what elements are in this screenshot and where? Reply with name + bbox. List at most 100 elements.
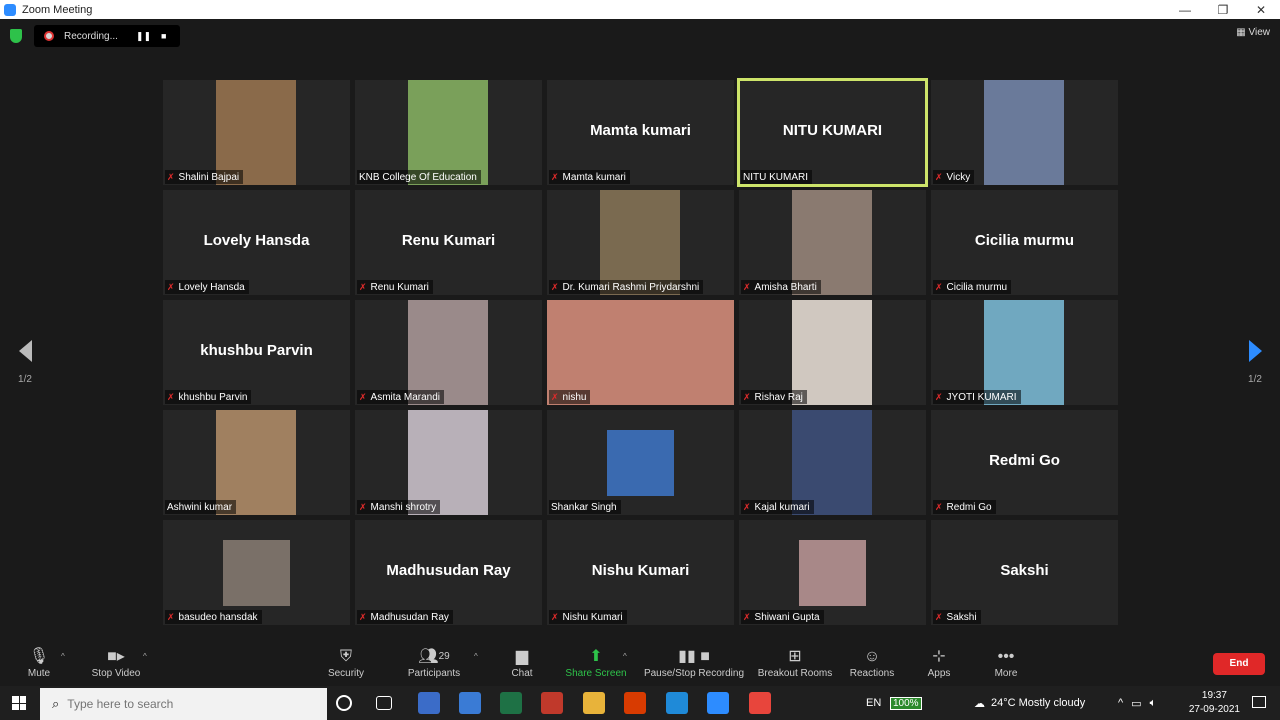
participant-name: Kajal kumari	[754, 501, 810, 513]
participant-tile[interactable]: Shankar Singh	[547, 410, 734, 515]
security-shield-icon[interactable]	[10, 29, 22, 43]
language-indicator[interactable]: EN	[866, 686, 881, 720]
notification-icon[interactable]	[1252, 696, 1266, 708]
task-view-icon[interactable]	[376, 696, 392, 710]
participant-tile[interactable]: ✗ Shalini Bajpai	[163, 80, 350, 185]
search-input[interactable]	[67, 697, 288, 711]
edge-icon[interactable]	[666, 692, 688, 714]
muted-microphone-icon: ✗	[743, 611, 751, 622]
participant-name: NITU KUMARI	[743, 171, 808, 183]
share-screen-icon: ⬆	[589, 648, 603, 665]
participant-tile[interactable]: ✗ Amisha Bharti	[739, 190, 926, 295]
zoom-icon[interactable]	[707, 692, 729, 714]
app-icon-1[interactable]	[418, 692, 440, 714]
participant-tile[interactable]: NITU KUMARI NITU KUMARI	[737, 78, 928, 187]
pause-stop-recording-button[interactable]: ▮▮ ■ Pause/Stop Recording	[642, 646, 746, 679]
participant-name-label: ✗ Mamta kumari	[549, 170, 630, 184]
participant-name-label: ✗ Madhusudan Ray	[357, 610, 453, 624]
search-icon: ⌕	[52, 696, 60, 711]
maximize-button[interactable]: ❐	[1204, 3, 1242, 17]
participant-tile[interactable]: Ashwini kumar	[163, 410, 350, 515]
participant-tile[interactable]: Sakshi ✗ Sakshi	[931, 520, 1118, 625]
participant-name: Shalini Bajpai	[178, 171, 240, 183]
participant-tile[interactable]: ✗ nishu	[547, 300, 734, 405]
participant-tile[interactable]: khushbu Parvin ✗ khushbu Parvin	[163, 300, 350, 405]
cortana-icon[interactable]	[336, 695, 352, 711]
participant-name: Shiwani Gupta	[754, 611, 820, 623]
battery-indicator[interactable]: 100%	[890, 696, 922, 710]
reactions-button[interactable]: ☺ Reactions	[848, 646, 896, 679]
more-button[interactable]: ••• More	[988, 646, 1024, 679]
participant-tile[interactable]: Mamta kumari ✗ Mamta kumari	[547, 80, 734, 185]
participant-name: Asmita Marandi	[370, 391, 441, 403]
view-button[interactable]: ▦ View	[1236, 27, 1270, 38]
next-page-button[interactable]: 1/2	[1240, 340, 1270, 385]
participant-display-name: Redmi Go	[989, 452, 1060, 469]
participant-name: Sakshi	[946, 611, 977, 623]
participant-name-label: ✗ Shalini Bajpai	[165, 170, 244, 184]
stop-video-button[interactable]: ■▸ Stop Video	[88, 646, 144, 679]
previous-page-button[interactable]: 1/2	[10, 340, 40, 385]
office-icon[interactable]	[624, 692, 646, 714]
chat-button[interactable]: ▆ Chat	[506, 646, 538, 679]
participant-tile[interactable]: Lovely Hansda ✗ Lovely Hansda	[163, 190, 350, 295]
participant-tile[interactable]: Nishu Kumari ✗ Nishu Kumari	[547, 520, 734, 625]
muted-microphone-icon: ✗	[935, 171, 943, 182]
taskbar-search[interactable]: ⌕	[40, 688, 327, 720]
participant-display-name: Madhusudan Ray	[386, 562, 511, 579]
participant-tile[interactable]: ✗ Rishav Raj	[739, 300, 926, 405]
participant-name-label: Shankar Singh	[549, 500, 621, 514]
participant-tile[interactable]: ✗ Vicky	[931, 80, 1118, 185]
pause-recording-button[interactable]: ❚❚	[136, 31, 151, 42]
muted-microphone-icon: ✗	[551, 611, 559, 622]
chevron-right-icon	[1248, 340, 1262, 362]
window-title: Zoom Meeting	[22, 3, 93, 16]
participant-name-label: ✗ Shiwani Gupta	[741, 610, 824, 624]
share-screen-button[interactable]: ⬆ Share Screen	[564, 646, 628, 679]
security-button[interactable]: ⛨ Security	[322, 646, 370, 679]
recording-label: Recording...	[64, 30, 118, 42]
system-clock[interactable]: 19:37 27-09-2021	[1189, 689, 1240, 717]
tray-icons[interactable]: ^ ▭ 🔈︎	[1118, 686, 1156, 720]
stop-recording-button[interactable]: ■	[161, 31, 166, 41]
video-options-caret-icon[interactable]: ^	[143, 652, 147, 661]
muted-microphone-icon: ✗	[359, 611, 367, 622]
app-icon-2[interactable]	[541, 692, 563, 714]
chrome-icon[interactable]	[749, 692, 771, 714]
share-options-caret-icon[interactable]: ^	[623, 652, 627, 661]
participant-name: khushbu Parvin	[178, 391, 248, 403]
participants-button[interactable]: 👥︎29 Participants	[404, 646, 464, 679]
participant-tile[interactable]: ✗ Manshi shrotry	[355, 410, 542, 515]
participant-tile[interactable]: Cicilia murmu ✗ Cicilia murmu	[931, 190, 1118, 295]
audio-options-caret-icon[interactable]: ^	[61, 652, 65, 661]
end-meeting-button[interactable]: End	[1213, 653, 1265, 675]
participant-tile[interactable]: Renu Kumari ✗ Renu Kumari	[355, 190, 542, 295]
participant-tile[interactable]: ✗ Shiwani Gupta	[739, 520, 926, 625]
grid-icon: ▦	[1236, 27, 1246, 38]
windows-start-icon[interactable]	[12, 696, 26, 710]
participant-tile[interactable]: KNB College Of Education	[355, 80, 542, 185]
close-button[interactable]: ✕	[1242, 3, 1280, 17]
muted-microphone-icon: ✗	[167, 391, 175, 402]
file-explorer-icon[interactable]	[583, 692, 605, 714]
participant-name-label: ✗ Lovely Hansda	[165, 280, 249, 294]
participant-profile-photo	[607, 430, 674, 496]
store-icon[interactable]	[459, 692, 481, 714]
participant-tile[interactable]: ✗ Dr. Kumari Rashmi Priydarshni	[547, 190, 734, 295]
participant-tile[interactable]: Madhusudan Ray ✗ Madhusudan Ray	[355, 520, 542, 625]
participant-tile[interactable]: ✗ basudeo hansdak	[163, 520, 350, 625]
participant-display-name: khushbu Parvin	[200, 342, 313, 359]
apps-button[interactable]: ⊹ Apps	[922, 646, 956, 679]
mute-button[interactable]: 🎙︎ Mute	[22, 646, 56, 679]
weather-widget[interactable]: ☁ 24°C Mostly cloudy	[974, 686, 1085, 720]
participants-caret-icon[interactable]: ^	[474, 652, 478, 661]
participant-tile[interactable]: ✗ JYOTI KUMARI	[931, 300, 1118, 405]
minimize-button[interactable]: —	[1166, 3, 1204, 17]
participant-tile[interactable]: ✗ Asmita Marandi	[355, 300, 542, 405]
participant-tile[interactable]: ✗ Kajal kumari	[739, 410, 926, 515]
breakout-rooms-button[interactable]: ⊞ Breakout Rooms	[756, 646, 834, 679]
camera-icon: ■▸	[107, 648, 125, 665]
participants-label: Participants	[407, 668, 461, 679]
participant-tile[interactable]: Redmi Go ✗ Redmi Go	[931, 410, 1118, 515]
excel-icon[interactable]	[500, 692, 522, 714]
